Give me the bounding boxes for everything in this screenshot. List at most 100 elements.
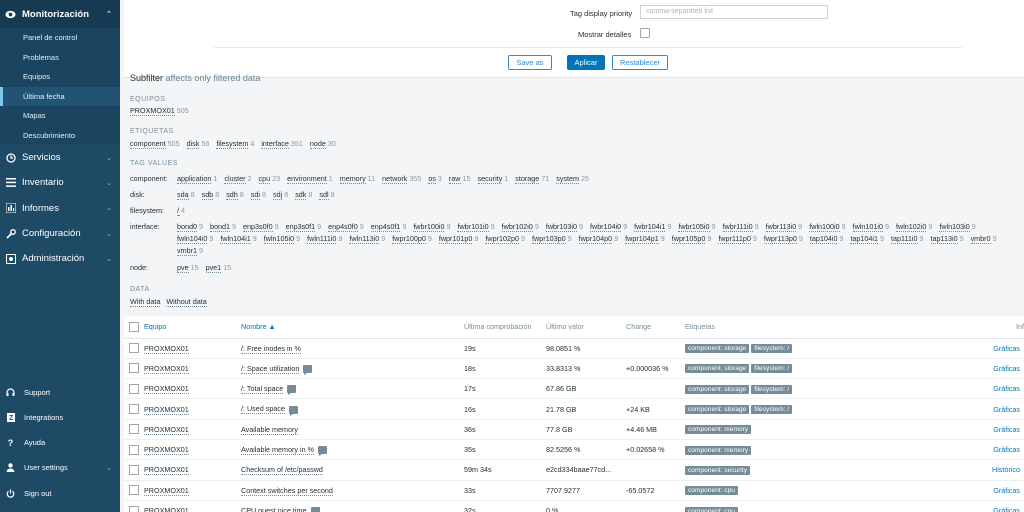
- subfilter-item[interactable]: fwbr111i0: [722, 222, 753, 232]
- subfilter-item[interactable]: tap104i1: [850, 234, 879, 244]
- host-link[interactable]: PROXMOX01: [144, 404, 189, 415]
- subfilter-item[interactable]: fwbr102i0: [501, 222, 533, 232]
- subfilter-item[interactable]: fwpr113p0: [763, 234, 797, 244]
- nav-configuration[interactable]: Configuración ⌄: [0, 221, 120, 246]
- show-details-checkbox[interactable]: [640, 28, 650, 38]
- subfilter-item[interactable]: node: [309, 139, 326, 149]
- subfilter-item[interactable]: fwpr104p1: [625, 234, 659, 244]
- nav-dashboard[interactable]: Panel de control: [0, 28, 120, 48]
- subfilter-item[interactable]: enp3s0f0: [243, 222, 273, 232]
- item-name[interactable]: Context switches per second: [241, 485, 333, 496]
- save-as-button[interactable]: Save as: [508, 55, 552, 70]
- row-checkbox[interactable]: [129, 404, 139, 415]
- nav-inventory[interactable]: Inventario ⌄: [0, 170, 120, 195]
- item-name[interactable]: Available memory in %: [241, 445, 314, 456]
- graph-link[interactable]: Gráficas: [993, 486, 1020, 495]
- tag-badge[interactable]: filesystem: /: [751, 344, 793, 354]
- subfilter-item[interactable]: pve1: [205, 263, 222, 273]
- host-link[interactable]: PROXMOX01: [144, 424, 189, 435]
- subfilter-item[interactable]: fwln105i0: [263, 234, 295, 244]
- tag-badge[interactable]: component: cpu: [685, 506, 738, 512]
- subfilter-item[interactable]: fwpr103p0: [532, 234, 566, 244]
- host-link[interactable]: PROXMOX01: [144, 506, 189, 512]
- subfilter-item[interactable]: sda: [177, 190, 189, 200]
- tag-badge[interactable]: filesystem: /: [751, 384, 793, 394]
- subfilter-item[interactable]: interface: [261, 139, 289, 149]
- tag-badge[interactable]: filesystem: /: [751, 364, 793, 374]
- subfilter-item[interactable]: fwpr105p0: [671, 234, 706, 244]
- subfilter-item[interactable]: sdb: [201, 190, 214, 200]
- subfilter-item[interactable]: fwbr104i0: [590, 222, 622, 232]
- nav-discovery[interactable]: Descubrimiento: [0, 125, 120, 145]
- host-link[interactable]: PROXMOX01: [144, 465, 189, 476]
- row-checkbox[interactable]: [129, 383, 139, 394]
- row-checkbox[interactable]: [129, 464, 139, 475]
- row-checkbox[interactable]: [129, 444, 139, 455]
- nav-help[interactable]: ? Ayuda: [0, 430, 120, 455]
- row-checkbox[interactable]: [129, 424, 139, 435]
- subfilter-item[interactable]: enp3s0f1: [285, 222, 316, 232]
- subfilter-item[interactable]: fwln103i0: [939, 222, 970, 232]
- description-icon[interactable]: [287, 385, 297, 396]
- graph-link[interactable]: Gráficas: [993, 445, 1020, 454]
- host-link[interactable]: PROXMOX01: [144, 445, 189, 456]
- tag-badge[interactable]: component: security: [685, 465, 751, 475]
- subfilter-item[interactable]: vmbr1: [177, 246, 197, 256]
- subfilter-item[interactable]: fwln111i0: [307, 234, 337, 244]
- subfilter-item[interactable]: fwln101i0: [852, 222, 884, 232]
- subfilter-item[interactable]: sdi: [250, 190, 260, 200]
- tag-badge[interactable]: component: memory: [685, 425, 752, 435]
- host-link[interactable]: PROXMOX01: [144, 384, 189, 395]
- subfilter-item[interactable]: security: [477, 174, 503, 184]
- row-checkbox[interactable]: [129, 363, 139, 374]
- subfilter-item[interactable]: cpu: [258, 174, 271, 184]
- graph-link[interactable]: Gráficas: [993, 344, 1020, 353]
- graph-link[interactable]: Gráficas: [993, 364, 1020, 373]
- subfilter-item[interactable]: fwln104i0: [177, 234, 208, 244]
- col-host[interactable]: Equipo: [144, 316, 241, 339]
- nav-monitoring[interactable]: Monitorización ⌃: [0, 0, 120, 28]
- subfilter-item[interactable]: network: [382, 174, 408, 184]
- subfilter-item[interactable]: vmbr0: [970, 234, 991, 244]
- host-link[interactable]: PROXMOX01: [144, 485, 189, 496]
- nav-reports[interactable]: Informes ⌄: [0, 196, 120, 221]
- tag-badge[interactable]: filesystem: /: [751, 405, 793, 415]
- subfilter-item[interactable]: fwbr101i0: [457, 222, 489, 232]
- subfilter-item[interactable]: PROXMOX01: [130, 106, 175, 116]
- subfilter-item[interactable]: cluster: [224, 174, 246, 184]
- graph-link[interactable]: Gráficas: [993, 405, 1020, 414]
- subfilter-item[interactable]: disk: [186, 139, 200, 149]
- subfilter-item[interactable]: fwbr100i0: [413, 222, 445, 232]
- description-icon[interactable]: [310, 507, 320, 512]
- subfilter-item[interactable]: fwln100i0: [809, 222, 840, 232]
- subfilter-item[interactable]: tap113i0: [930, 234, 958, 244]
- tag-badge[interactable]: component: storage: [685, 344, 750, 354]
- item-name[interactable]: Checksum of /etc/passwd: [241, 465, 323, 476]
- subfilter-item[interactable]: fwbr104i1: [634, 222, 666, 232]
- subfilter-item[interactable]: fwbr113i0: [765, 222, 797, 232]
- apply-button[interactable]: Aplicar: [567, 55, 605, 70]
- reset-button[interactable]: Restablecer: [612, 55, 668, 70]
- graph-link[interactable]: Histórico: [992, 465, 1020, 474]
- subfilter-item[interactable]: fwpr104p0: [578, 234, 613, 244]
- subfilter-item[interactable]: /: [177, 206, 179, 216]
- subfilter-item[interactable]: fwln102i0: [896, 222, 927, 232]
- description-icon[interactable]: [303, 364, 313, 375]
- subfilter-item[interactable]: filesystem: [216, 139, 249, 149]
- subfilter-item[interactable]: os: [428, 174, 436, 184]
- subfilter-item[interactable]: memory: [339, 174, 366, 184]
- item-name[interactable]: /: Used space: [241, 404, 285, 415]
- col-name[interactable]: Nombre ▲: [241, 316, 464, 339]
- host-link[interactable]: PROXMOX01: [144, 343, 189, 354]
- subfilter-item[interactable]: tap104i0: [809, 234, 838, 244]
- subfilter-item[interactable]: sdj: [272, 190, 283, 200]
- graph-link[interactable]: Gráficas: [993, 506, 1020, 512]
- subfilter-item[interactable]: fwln104i1: [220, 234, 251, 244]
- subfilter-item[interactable]: sdk: [295, 190, 307, 200]
- subfilter-item[interactable]: fwbr105i0: [678, 222, 710, 232]
- host-link[interactable]: PROXMOX01: [144, 363, 189, 374]
- tag-badge[interactable]: component: storage: [685, 384, 750, 394]
- row-checkbox[interactable]: [129, 485, 139, 496]
- subfilter-item[interactable]: sdl: [319, 190, 329, 200]
- nav-administration[interactable]: Administración ⌄: [0, 246, 120, 271]
